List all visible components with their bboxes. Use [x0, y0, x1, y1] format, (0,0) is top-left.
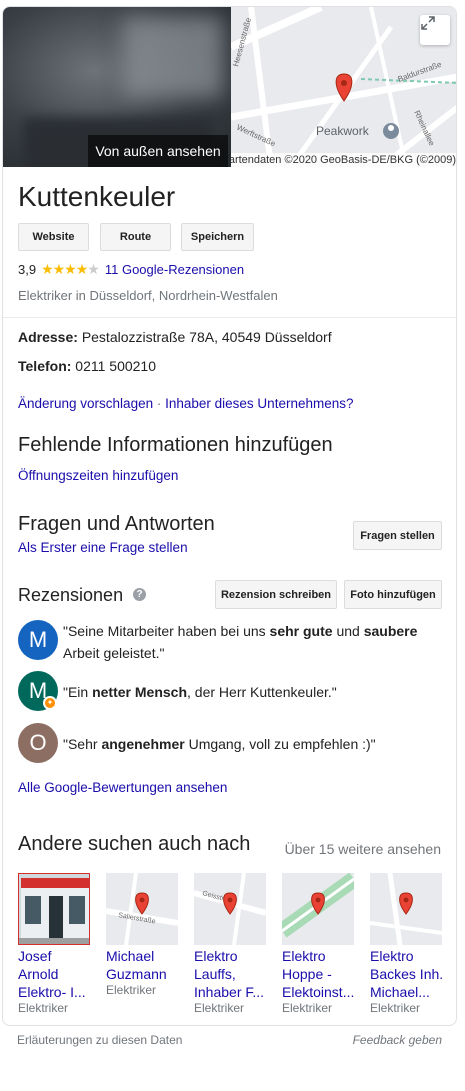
- rating-value: 3,9: [18, 262, 37, 277]
- route-button[interactable]: Route: [100, 223, 171, 251]
- reviews-link[interactable]: 11 Google-Rezensionen: [105, 262, 244, 277]
- phone-value[interactable]: 0211 500210: [75, 358, 156, 374]
- tile-type: Elektriker: [106, 983, 157, 997]
- review-text[interactable]: "Ein netter Mensch, der Herr Kuttenkeule…: [63, 681, 448, 703]
- add-photo-button[interactable]: Foto hinzufügen: [344, 580, 442, 609]
- mini-map: [282, 873, 354, 945]
- business-name: Kuttenkeuler: [18, 181, 176, 212]
- knowledge-panel: Von außen ansehen Heesenstraße Baldurstr…: [2, 6, 457, 1026]
- map-attribution: Kartendaten ©2020 GeoBasis-DE/BKG (©2009…: [231, 153, 456, 167]
- map-label-poi: Peakwork: [316, 124, 370, 138]
- rating-row: 3,9 ★★★★★ 11 Google-Rezensionen: [18, 261, 244, 278]
- reviewer-avatar[interactable]: M: [18, 620, 58, 660]
- tile-thumbnail-map[interactable]: [370, 873, 442, 945]
- link-separator: ·: [156, 396, 162, 411]
- tile-type: Elektriker: [282, 1001, 333, 1015]
- review-text[interactable]: "Sehr angenehmer Umgang, voll zu empfehl…: [63, 733, 448, 755]
- street-view-label[interactable]: Von außen ansehen: [88, 135, 228, 167]
- mini-map: Geisstraße: [194, 873, 266, 945]
- mini-map: [370, 873, 442, 945]
- tile-thumbnail-map[interactable]: Salierstraße: [106, 873, 178, 945]
- tile-type: Elektriker: [194, 1001, 245, 1015]
- phone-label: Telefon:: [18, 358, 72, 374]
- missing-info-heading: Fehlende Informationen hinzufügen: [18, 434, 333, 456]
- photo-blur-highlight: [123, 17, 223, 97]
- expand-map-button[interactable]: [420, 15, 450, 45]
- website-button[interactable]: Website: [18, 223, 89, 251]
- address-value[interactable]: Pestalozzistraße 78A, 40549 Düsseldorf: [82, 329, 332, 345]
- help-icon[interactable]: ?: [133, 587, 147, 601]
- reviews-heading: Rezensionen: [18, 585, 124, 605]
- mini-map: Salierstraße: [106, 873, 178, 945]
- tile-name-link[interactable]: Michael Guzmann: [106, 947, 186, 983]
- phone-line: Telefon: 0211 500210: [18, 358, 156, 374]
- tile-thumbnail-map[interactable]: [282, 873, 354, 945]
- see-more-link[interactable]: Über 15 weitere ansehen: [285, 841, 441, 857]
- address-label: Adresse:: [18, 329, 78, 345]
- business-category: Elektriker in Düsseldorf, Nordrhein-West…: [18, 288, 278, 303]
- star-rating-icon: ★★★★★: [41, 261, 100, 277]
- tile-name-link[interactable]: Elektro Lauffs, Inhaber F...: [194, 947, 274, 1001]
- tile-thumbnail-map[interactable]: Geisstraße: [194, 873, 266, 945]
- edit-links: Änderung vorschlagen · Inhaber dieses Un…: [18, 396, 354, 411]
- all-reviews-link[interactable]: Alle Google-Bewertungen ansehen: [18, 780, 227, 795]
- ask-question-button[interactable]: Fragen stellen: [353, 521, 442, 550]
- save-button[interactable]: Speichern: [181, 223, 254, 251]
- divider: [3, 317, 456, 318]
- owner-link[interactable]: Inhaber dieses Unternehmens?: [165, 396, 353, 411]
- explanations-link[interactable]: Erläuterungen zu diesen Daten: [17, 1033, 182, 1047]
- qa-heading: Fragen und Antworten: [18, 513, 215, 535]
- review-text[interactable]: "Seine Mitarbeiter haben bei uns sehr gu…: [63, 620, 448, 664]
- tile-name-link[interactable]: Elektro Backes Inh. Michael...: [370, 947, 450, 1001]
- suggest-edit-link[interactable]: Änderung vorschlagen: [18, 396, 153, 411]
- first-question-link[interactable]: Als Erster eine Frage stellen: [18, 540, 188, 555]
- tile-name-link[interactable]: Josef Arnold Elektro- I...: [18, 947, 98, 1001]
- map-preview[interactable]: Heesenstraße Baldurstraße Werftstraße Pe…: [231, 7, 456, 167]
- write-review-button[interactable]: Rezension schreiben: [215, 580, 337, 609]
- reviewer-avatar[interactable]: O: [18, 723, 58, 763]
- storefront-photo: [19, 874, 89, 944]
- tile-name-link[interactable]: Elektro Hoppe - Elektoinst...: [282, 947, 362, 1001]
- also-search-heading: Andere suchen auch nach: [18, 833, 251, 855]
- tile-thumbnail-photo[interactable]: [18, 873, 90, 945]
- street-view-photo[interactable]: Von außen ansehen: [3, 7, 231, 167]
- tile-type: Elektriker: [370, 1001, 421, 1015]
- local-guide-badge-icon: ✦: [43, 696, 57, 710]
- add-hours-link[interactable]: Öffnungszeiten hinzufügen: [18, 468, 178, 483]
- tile-type: Elektriker: [18, 1001, 69, 1015]
- reviews-heading-row: Rezensionen?: [18, 585, 147, 606]
- address-line: Adresse: Pestalozzistraße 78A, 40549 Düs…: [18, 329, 332, 345]
- feedback-link[interactable]: Feedback geben: [353, 1033, 442, 1047]
- expand-icon: [421, 16, 435, 30]
